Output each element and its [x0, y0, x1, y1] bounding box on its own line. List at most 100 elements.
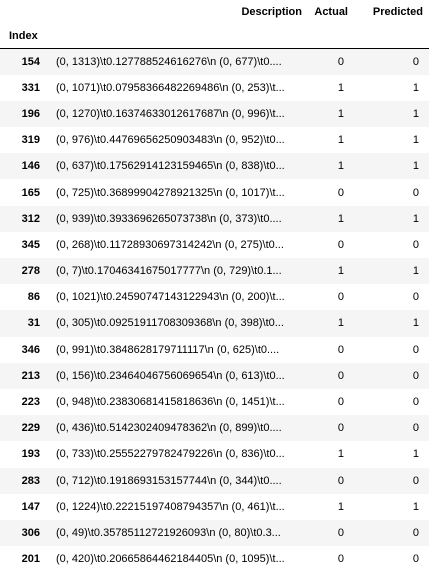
column-header-description: Description	[241, 6, 302, 18]
actual-cell: 1	[308, 493, 354, 520]
table-body: 154 (0, 1313)\t0.127788524616276\n (0, 67…	[0, 48, 429, 573]
row-index-cell: 345	[0, 231, 46, 258]
predicted-cell: 0	[354, 48, 429, 75]
description-cell: (0, 436)\t0.5142302409478362\n (0, 899)\…	[46, 415, 308, 442]
actual-cell: 1	[308, 205, 354, 232]
table-row: 312 (0, 939)\t0.3933696265073738\n (0, 37…	[0, 205, 429, 232]
row-index-cell: 319	[0, 127, 46, 154]
description-cell: (0, 1270)\t0.16374633012617687\n (0, 996…	[46, 100, 308, 128]
row-index-cell: 201	[0, 546, 46, 573]
description-cell: (0, 637)\t0.17562914123159465\n (0, 838)…	[46, 153, 308, 180]
actual-cell: 0	[308, 336, 354, 363]
index-name-row: Index	[0, 24, 429, 49]
row-index-cell: 278	[0, 258, 46, 285]
row-index-cell: 346	[0, 336, 46, 363]
table-row: 193 (0, 733)\t0.25552279782479226\n (0, 8…	[0, 441, 429, 468]
predicted-cell: 0	[354, 231, 429, 258]
row-index-cell: 331	[0, 74, 46, 101]
row-index-cell: 229	[0, 415, 46, 442]
predicted-cell: 1	[354, 205, 429, 232]
description-cell: (0, 1021)\t0.24590747143122943\n (0, 200…	[46, 284, 308, 311]
description-cell: (0, 939)\t0.3933696265073738\n (0, 373)\…	[46, 205, 308, 232]
predicted-cell: 1	[354, 441, 429, 468]
actual-cell: 1	[308, 441, 354, 468]
dataframe-output: Description Actual Predicted Index 154 (0…	[0, 0, 429, 576]
description-cell: (0, 156)\t0.23464046756069654\n (0, 613)…	[46, 362, 308, 389]
table-row: 154 (0, 1313)\t0.127788524616276\n (0, 67…	[0, 48, 429, 75]
table-row: 165 (0, 725)\t0.36899904278921325\n (0, 1…	[0, 179, 429, 206]
actual-cell: 0	[308, 546, 354, 573]
actual-cell: 0	[308, 362, 354, 389]
actual-cell: 0	[308, 179, 354, 206]
row-index-cell: 312	[0, 205, 46, 232]
description-cell: (0, 948)\t0.23830681415818636\n (0, 1451…	[46, 388, 308, 416]
table-row: 31 (0, 305)\t0.09251911708309368\n (0, 39…	[0, 310, 429, 337]
predicted-cell: 1	[354, 258, 429, 285]
dataframe-table: Description Actual Predicted Index 154 (0…	[0, 0, 429, 573]
predicted-cell: 1	[354, 100, 429, 128]
actual-cell: 1	[308, 127, 354, 154]
description-cell: (0, 1071)\t0.07958366482269486\n (0, 253…	[46, 74, 308, 101]
description-cell: (0, 976)\t0.44769656250903483\n (0, 952)…	[46, 127, 308, 154]
predicted-cell: 0	[354, 362, 429, 389]
table-row: 306 (0, 49)\t0.35785112721926093\n (0, 80…	[0, 519, 429, 547]
actual-cell: 1	[308, 258, 354, 285]
predicted-cell: 0	[354, 415, 429, 442]
description-cell: (0, 305)\t0.09251911708309368\n (0, 398)…	[46, 310, 308, 337]
table-row: 213 (0, 156)\t0.23464046756069654\n (0, 6…	[0, 362, 429, 389]
row-index-cell: 193	[0, 441, 46, 468]
table-row: 223 (0, 948)\t0.23830681415818636\n (0, 1…	[0, 388, 429, 416]
description-cell: (0, 725)\t0.36899904278921325\n (0, 1017…	[46, 179, 308, 206]
row-index-cell: 213	[0, 362, 46, 389]
table-header: Description Actual Predicted Index	[0, 0, 429, 49]
predicted-cell: 1	[354, 310, 429, 337]
row-index-cell: 147	[0, 493, 46, 520]
predicted-cell: 1	[354, 153, 429, 180]
actual-cell: 1	[308, 153, 354, 180]
predicted-cell: 1	[354, 127, 429, 154]
actual-cell: 0	[308, 231, 354, 258]
actual-cell: 0	[308, 284, 354, 311]
table-row: 331 (0, 1071)\t0.07958366482269486\n (0, …	[0, 74, 429, 101]
table-row: 147 (0, 1224)\t0.22215197408794357\n (0, …	[0, 493, 429, 520]
description-cell: (0, 49)\t0.35785112721926093\n (0, 80)\t…	[46, 519, 308, 547]
actual-cell: 0	[308, 519, 354, 547]
index-name-header: Index	[0, 24, 46, 49]
actual-cell: 1	[308, 100, 354, 128]
actual-cell: 0	[308, 48, 354, 75]
row-index-cell: 283	[0, 467, 46, 494]
predicted-cell: 0	[354, 179, 429, 206]
predicted-cell: 0	[354, 519, 429, 547]
table-row: 196 (0, 1270)\t0.16374633012617687\n (0, …	[0, 100, 429, 128]
predicted-cell: 0	[354, 467, 429, 494]
index-row-blank-cell	[46, 24, 308, 49]
description-cell: (0, 712)\t0.1918693153157744\n (0, 344)\…	[46, 467, 308, 494]
row-index-cell: 86	[0, 284, 46, 311]
row-index-cell: 196	[0, 100, 46, 128]
predicted-cell: 0	[354, 336, 429, 363]
table-row: 86 (0, 1021)\t0.24590747143122943\n (0, 2…	[0, 284, 429, 311]
column-header-predicted: Predicted	[372, 6, 423, 18]
row-index-cell: 154	[0, 48, 46, 75]
index-row-blank-cell	[354, 24, 429, 49]
predicted-cell: 0	[354, 284, 429, 311]
description-cell: (0, 991)\t0.3848628179711117\n (0, 625)\…	[46, 336, 308, 363]
column-header-actual: Actual	[314, 6, 348, 18]
table-row: 229 (0, 436)\t0.5142302409478362\n (0, 89…	[0, 415, 429, 442]
actual-cell: 1	[308, 310, 354, 337]
table-row: 283 (0, 712)\t0.1918693153157744\n (0, 34…	[0, 467, 429, 494]
predicted-cell: 1	[354, 74, 429, 101]
corner-blank-cell	[0, 0, 46, 24]
actual-cell: 0	[308, 388, 354, 416]
table-row: 146 (0, 637)\t0.17562914123159465\n (0, 8…	[0, 153, 429, 180]
actual-cell: 0	[308, 467, 354, 494]
description-cell: (0, 733)\t0.25552279782479226\n (0, 836)…	[46, 441, 308, 468]
row-index-cell: 306	[0, 519, 46, 547]
table-row: 319 (0, 976)\t0.44769656250903483\n (0, 9…	[0, 127, 429, 154]
row-index-cell: 223	[0, 388, 46, 416]
table-row: 201 (0, 420)\t0.20665864462184405\n (0, 1…	[0, 546, 429, 573]
actual-cell: 0	[308, 415, 354, 442]
description-cell: (0, 7)\t0.17046341675017777\n (0, 729)\t…	[46, 258, 308, 285]
table-row: 345 (0, 268)\t0.11728930697314242\n (0, 2…	[0, 231, 429, 258]
description-cell: (0, 420)\t0.20665864462184405\n (0, 1095…	[46, 546, 308, 573]
